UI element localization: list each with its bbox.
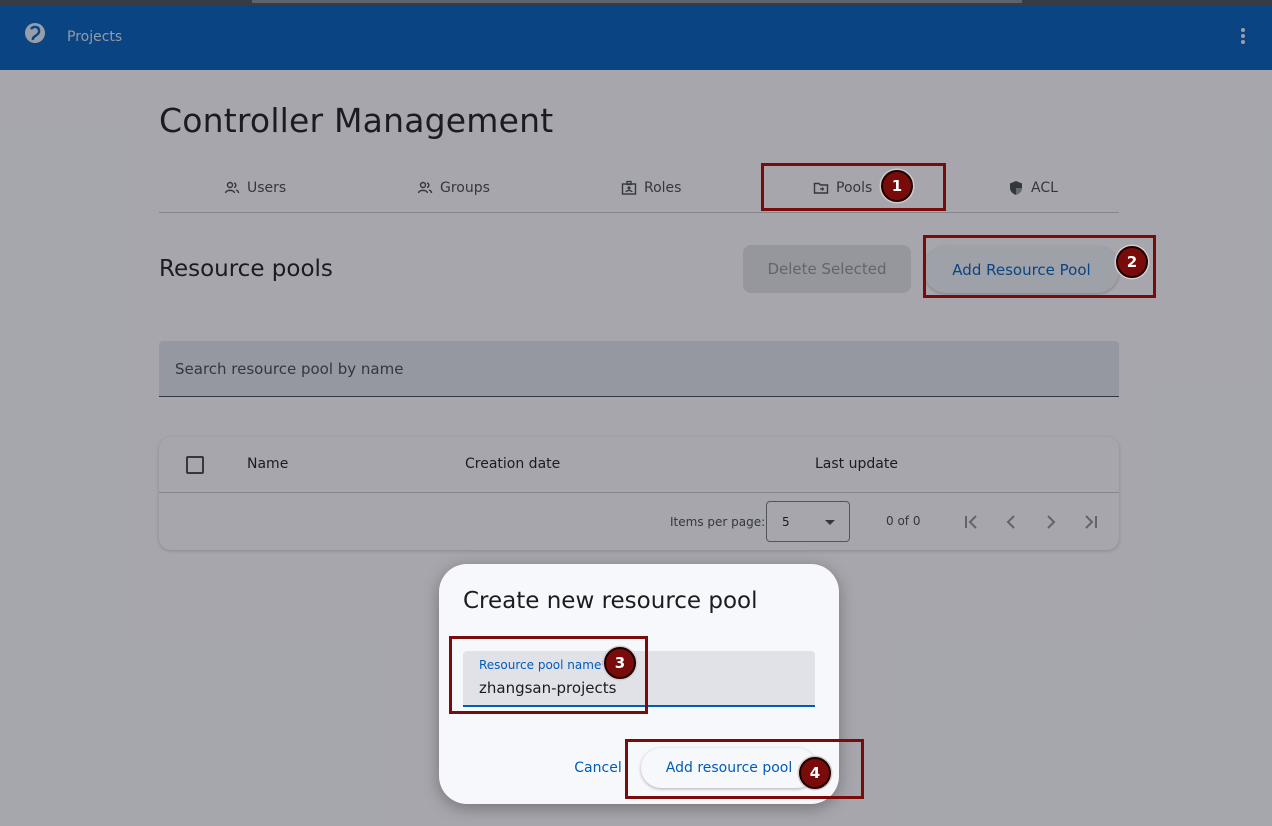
- dialog-title: Create new resource pool: [463, 588, 758, 614]
- step-2-badge: 2: [1116, 246, 1148, 278]
- step-4-badge: 4: [799, 757, 831, 789]
- cancel-button[interactable]: Cancel: [565, 748, 631, 788]
- step-3-badge: 3: [604, 647, 636, 679]
- step-1-highlight: [761, 163, 946, 211]
- step-1-badge: 1: [881, 170, 913, 202]
